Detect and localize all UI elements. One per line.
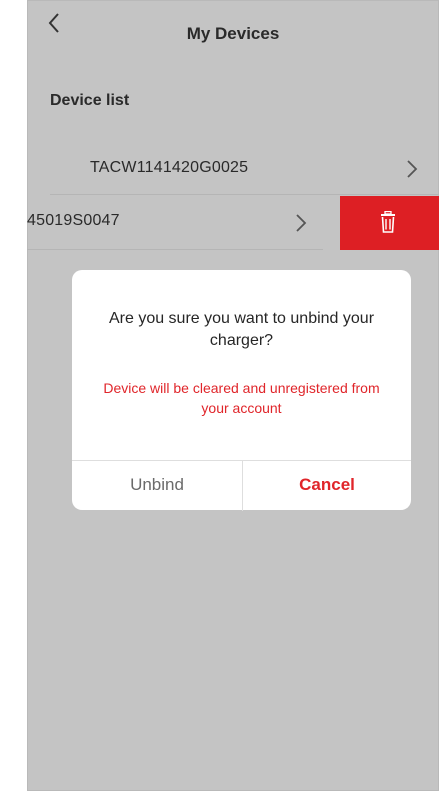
screen: My Devices Device list TACW1141420G0025 …	[27, 0, 439, 791]
chevron-right-icon	[406, 157, 418, 183]
device-label: TACW1141420G0025	[90, 159, 249, 176]
unbind-button[interactable]: Unbind	[72, 461, 242, 511]
page-title: My Devices	[186, 24, 280, 43]
dialog-buttons: Unbind Cancel	[72, 460, 411, 511]
unbind-dialog: Are you sure you want to unbind your cha…	[72, 270, 411, 511]
dialog-question: Are you sure you want to unbind your cha…	[108, 310, 375, 349]
device-label: 45019S0047	[27, 212, 120, 229]
delete-button[interactable]	[340, 196, 439, 250]
device-row-content[interactable]: 45019S0047	[27, 196, 323, 250]
dialog-warning: Device will be cleared and unregistered …	[103, 380, 380, 416]
trash-icon	[381, 211, 395, 233]
section-title: Device list	[50, 92, 130, 109]
chevron-right-icon	[295, 211, 307, 237]
device-row[interactable]: TACW1141420G0025	[50, 145, 439, 195]
cancel-button[interactable]: Cancel	[243, 461, 411, 511]
device-row-swiped[interactable]: 45019S0047	[27, 196, 439, 250]
